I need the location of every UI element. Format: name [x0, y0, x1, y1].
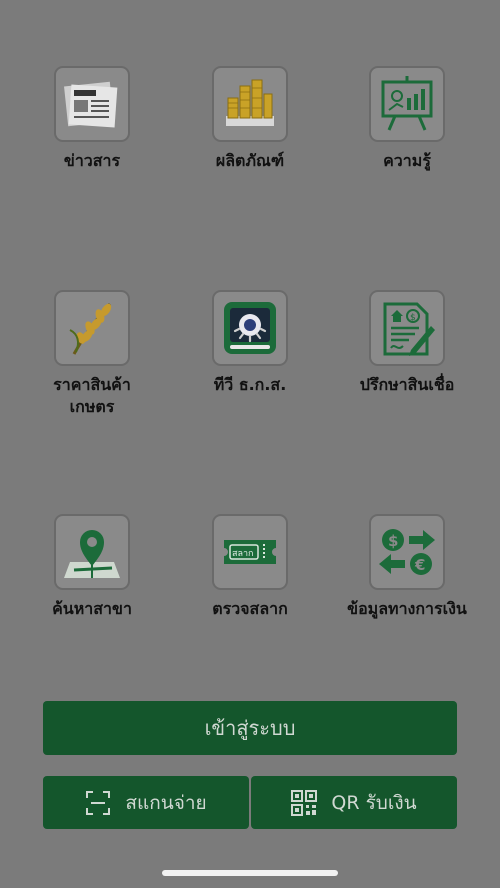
menu-item-agri-prices[interactable]: ราคาสินค้า เกษตร [12, 290, 172, 418]
svg-text:$: $ [410, 313, 416, 323]
lottery-ticket-icon: สลาก [212, 514, 288, 590]
menu-item-label: ค้นหาสาขา [52, 599, 132, 618]
loan-document-icon: $ [369, 290, 445, 366]
newspaper-icon [54, 66, 130, 142]
menu-item-label: ผลิตภัณฑ์ [215, 151, 285, 170]
menu-item-news[interactable]: ข่าวสาร [12, 66, 172, 172]
menu-item-label: ทีวี ธ.ก.ส. [213, 375, 287, 394]
menu-item-label: ข้อมูลทางการเงิน [347, 599, 467, 618]
login-button-label: เข้าสู่ระบบ [204, 716, 296, 740]
home-indicator[interactable] [162, 870, 338, 876]
menu-item-lottery-check[interactable]: สลาก ตรวจสลาก [170, 514, 330, 620]
menu-item-knowledge[interactable]: ความรู้ [327, 66, 487, 172]
gold-coins-icon [212, 66, 288, 142]
scan-pay-label: สแกนจ่าย [125, 791, 207, 814]
menu-item-loan-consult[interactable]: $ ปรึกษาสินเชื่อ [327, 290, 487, 396]
svg-text:$: $ [388, 532, 398, 550]
map-pin-icon [54, 514, 130, 590]
menu-item-label: ปรึกษาสินเชื่อ [359, 375, 455, 394]
svg-text:สลาก: สลาก [232, 549, 254, 559]
tv-logo-icon [212, 290, 288, 366]
presentation-board-icon [369, 66, 445, 142]
scan-pay-button[interactable]: สแกนจ่าย [43, 776, 249, 829]
currency-exchange-icon: $ € [369, 514, 445, 590]
qr-code-icon [291, 789, 318, 816]
login-button[interactable]: เข้าสู่ระบบ [43, 701, 457, 755]
menu-item-label: ตรวจสลาก [212, 599, 288, 618]
qr-receive-button[interactable]: QR รับเงิน [251, 776, 457, 829]
rice-plant-icon [54, 290, 130, 366]
menu-item-find-branch[interactable]: ค้นหาสาขา [12, 514, 172, 620]
menu-item-label: ราคาสินค้า เกษตร [53, 375, 131, 416]
menu-item-label: ความรู้ [383, 151, 431, 170]
menu-item-tv[interactable]: ทีวี ธ.ก.ส. [170, 290, 330, 396]
scan-icon [85, 790, 111, 816]
menu-item-label: ข่าวสาร [63, 151, 121, 170]
qr-receive-label: QR รับเงิน [331, 791, 417, 814]
svg-text:€: € [414, 556, 425, 574]
menu-item-products[interactable]: ผลิตภัณฑ์ [170, 66, 330, 172]
menu-item-financial-info[interactable]: $ € ข้อมูลทางการเงิน [327, 514, 487, 620]
